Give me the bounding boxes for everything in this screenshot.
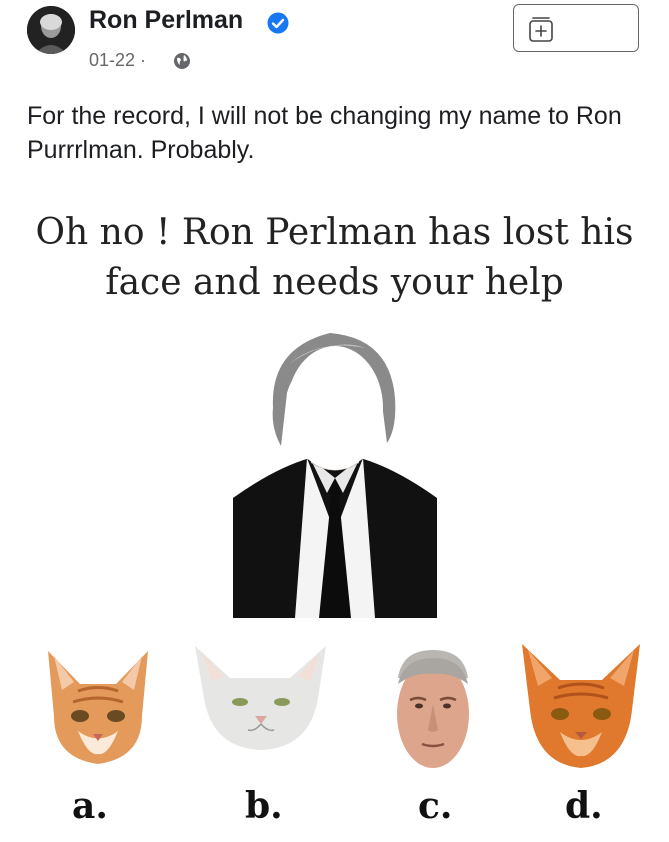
cat-face-b: [195, 646, 326, 750]
option-label-d: d.: [565, 785, 603, 827]
globe-icon[interactable]: [173, 52, 191, 70]
ron-perlman-face: [397, 650, 469, 768]
meta-separator: ·: [135, 50, 147, 70]
author-name[interactable]: Ron Perlman: [89, 6, 243, 35]
option-label-b: b.: [245, 785, 283, 827]
post-image[interactable]: Oh no ! Ron Perlman has lost his face an…: [0, 188, 669, 842]
post-date[interactable]: 01-22: [89, 50, 135, 70]
post-meta: 01-22 ·: [89, 50, 146, 71]
option-label-a: a.: [72, 785, 108, 827]
avatar-photo: [27, 6, 75, 54]
save-collection-icon: [529, 17, 553, 42]
option-label-c: c.: [418, 785, 453, 827]
save-button[interactable]: [513, 4, 639, 52]
post-text: For the record, I will not be changing m…: [27, 102, 622, 164]
cat-face-d: [522, 644, 640, 768]
post-header: Ron Perlman 01-22 ·: [0, 0, 669, 90]
profile-avatar[interactable]: [27, 6, 75, 54]
meme-title: Oh no ! Ron Perlman has lost his face an…: [35, 212, 634, 303]
cat-face-a: [48, 651, 148, 764]
faceless-figure: [233, 333, 437, 618]
verified-badge-icon: [267, 12, 289, 34]
